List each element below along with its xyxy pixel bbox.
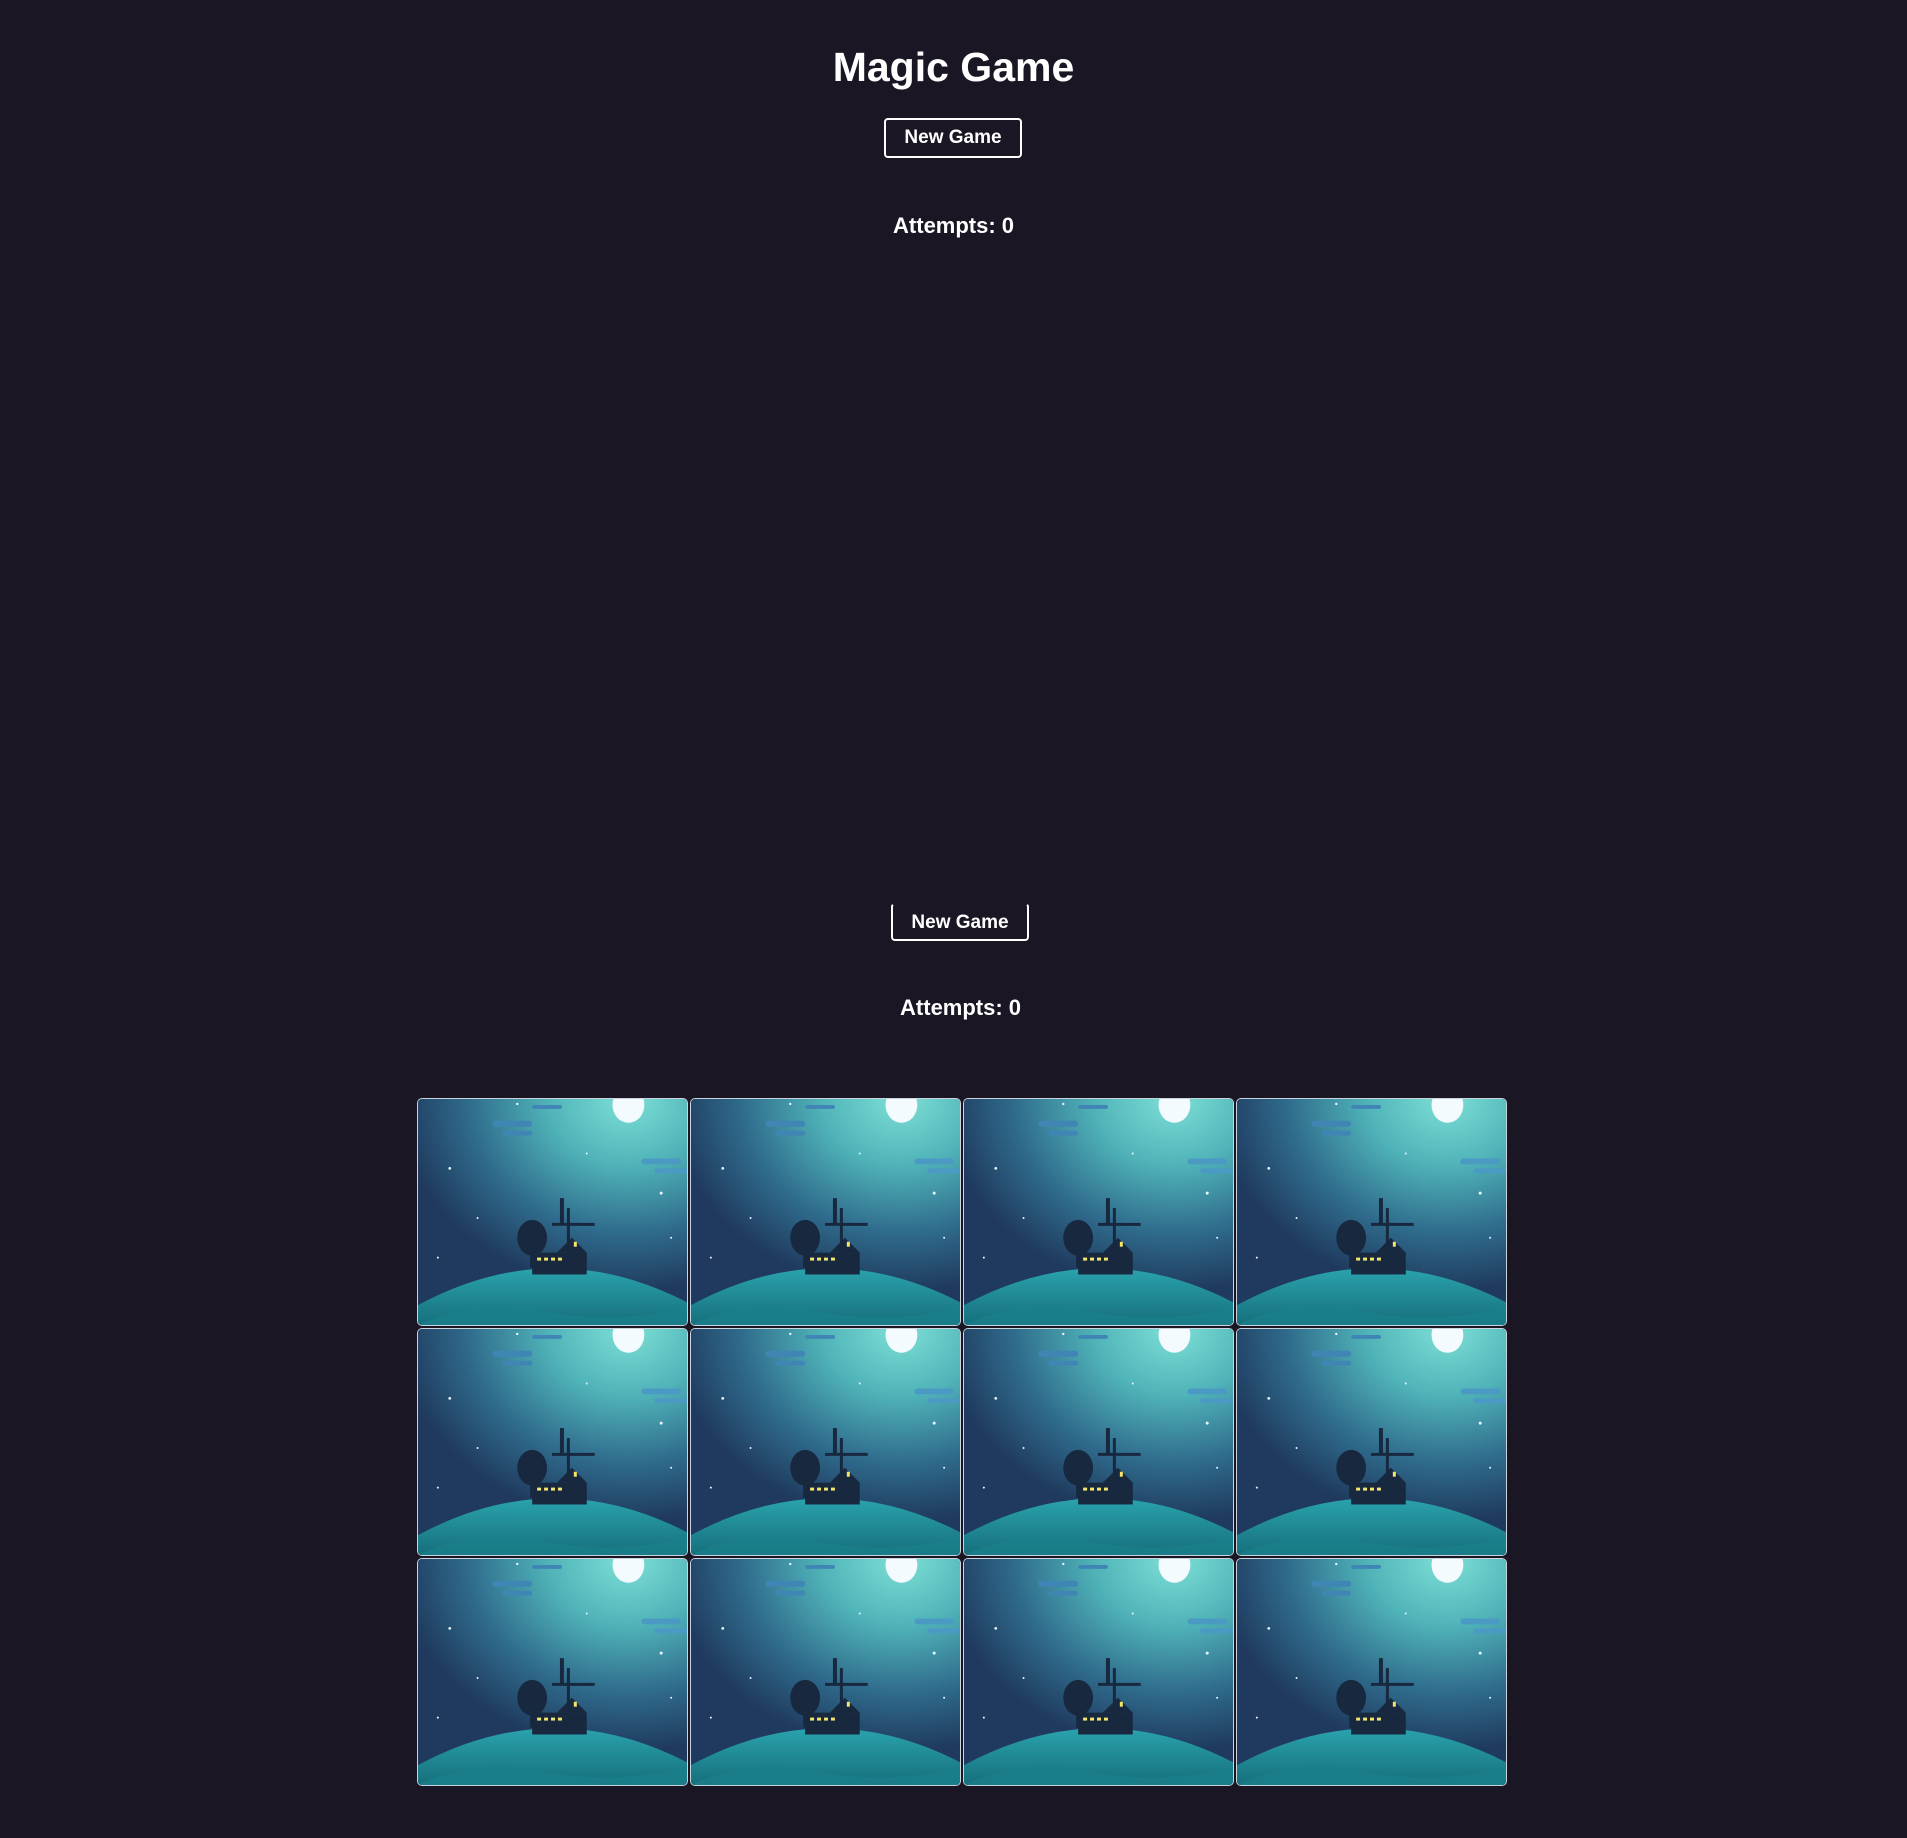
night-windmill-landscape-icon bbox=[691, 1099, 960, 1325]
memory-card[interactable] bbox=[417, 1098, 688, 1326]
night-windmill-landscape-icon bbox=[1237, 1559, 1506, 1785]
memory-card[interactable] bbox=[690, 1098, 961, 1326]
attempts-counter-secondary: Attempts: 0 bbox=[7, 993, 1907, 1023]
memory-card[interactable] bbox=[1236, 1558, 1507, 1786]
new-game-button-secondary[interactable]: New Game bbox=[891, 903, 1029, 941]
page-title: Magic Game bbox=[832, 44, 1075, 90]
attempts-label: Attempts: bbox=[893, 213, 996, 238]
night-windmill-landscape-icon bbox=[691, 1329, 960, 1555]
memory-card[interactable] bbox=[417, 1558, 688, 1786]
game-page: Magic Game New Game Attempts: 0 New Game … bbox=[0, 0, 1907, 1838]
night-windmill-landscape-icon bbox=[964, 1559, 1233, 1785]
attempts-label: Attempts: bbox=[900, 995, 1003, 1020]
night-windmill-landscape-icon bbox=[418, 1329, 687, 1555]
attempts-value: 0 bbox=[1001, 213, 1014, 238]
night-windmill-landscape-icon bbox=[418, 1559, 687, 1785]
memory-card[interactable] bbox=[690, 1558, 961, 1786]
memory-card[interactable] bbox=[1236, 1328, 1507, 1556]
memory-card[interactable] bbox=[690, 1328, 961, 1556]
night-windmill-landscape-icon bbox=[1237, 1099, 1506, 1325]
new-game-button[interactable]: New Game bbox=[884, 118, 1022, 158]
memory-card[interactable] bbox=[963, 1098, 1234, 1326]
night-windmill-landscape-icon bbox=[964, 1099, 1233, 1325]
attempts-value: 0 bbox=[1008, 995, 1021, 1020]
card-grid bbox=[417, 1098, 1507, 1788]
night-windmill-landscape-icon bbox=[691, 1559, 960, 1785]
memory-card[interactable] bbox=[963, 1328, 1234, 1556]
memory-card[interactable] bbox=[417, 1328, 688, 1556]
night-windmill-landscape-icon bbox=[1237, 1329, 1506, 1555]
memory-card[interactable] bbox=[1236, 1098, 1507, 1326]
memory-card[interactable] bbox=[963, 1558, 1234, 1786]
attempts-counter: Attempts: 0 bbox=[0, 211, 1907, 241]
night-windmill-landscape-icon bbox=[964, 1329, 1233, 1555]
night-windmill-landscape-icon bbox=[418, 1099, 687, 1325]
